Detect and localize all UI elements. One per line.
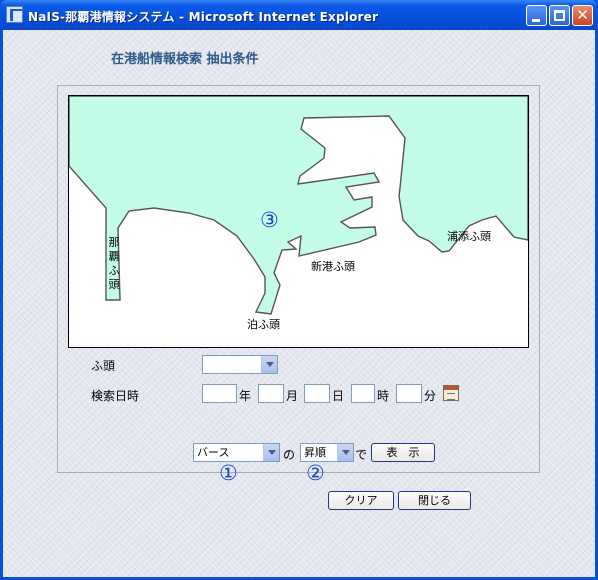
day-input[interactable] bbox=[304, 384, 330, 403]
month-input[interactable] bbox=[258, 384, 284, 403]
page-content: 在港船情報検索 抽出条件 那覇ふ頭 新港ふ頭 浦添ふ頭 泊ふ頭 ③ ふ頭 検索日… bbox=[3, 30, 595, 577]
chevron-down-icon bbox=[263, 444, 279, 461]
minute-input[interactable] bbox=[396, 384, 422, 403]
month-unit: 月 bbox=[286, 389, 299, 403]
year-unit: 年 bbox=[239, 389, 252, 403]
sort-order-select[interactable]: 昇順 bbox=[300, 443, 354, 462]
hour-unit: 時 bbox=[377, 389, 390, 403]
sort-order-marker: ② bbox=[306, 461, 325, 485]
ie-page-icon bbox=[6, 6, 23, 23]
search-datetime-label: 検索日時 bbox=[91, 389, 140, 403]
sort-field-select[interactable]: バース bbox=[193, 443, 280, 462]
close-icon: ✕ bbox=[576, 6, 589, 24]
naha-wharf-label: 那覇ふ頭 bbox=[108, 236, 120, 291]
sort-connector: の bbox=[283, 448, 296, 462]
port-map[interactable]: 那覇ふ頭 新港ふ頭 浦添ふ頭 泊ふ頭 ③ bbox=[68, 95, 529, 348]
sort-field-marker: ① bbox=[219, 461, 238, 485]
close-button[interactable]: 閉じる bbox=[398, 491, 471, 510]
sort-order-value: 昇順 bbox=[304, 446, 326, 459]
show-button[interactable]: 表 示 bbox=[371, 443, 435, 462]
maximize-button[interactable] bbox=[549, 5, 570, 26]
page-title: 在港船情報検索 抽出条件 bbox=[111, 52, 259, 67]
ie-window: NaIS-那覇港情報システム - Microsoft Internet Expl… bbox=[0, 0, 598, 580]
map-graphic bbox=[69, 96, 528, 347]
day-unit: 日 bbox=[332, 389, 345, 403]
chevron-down-icon bbox=[337, 444, 353, 461]
minimize-icon bbox=[532, 19, 540, 22]
clear-button[interactable]: クリア bbox=[328, 491, 394, 510]
minimize-button[interactable] bbox=[526, 5, 547, 26]
sort-suffix: で bbox=[355, 448, 368, 462]
window-title: NaIS-那覇港情報システム - Microsoft Internet Expl… bbox=[28, 10, 379, 24]
tomari-wharf-label: 泊ふ頭 bbox=[247, 318, 280, 331]
title-bar[interactable]: NaIS-那覇港情報システム - Microsoft Internet Expl… bbox=[0, 0, 598, 30]
maximize-icon bbox=[554, 10, 565, 21]
wharf-label: ふ頭 bbox=[91, 359, 116, 373]
year-input[interactable] bbox=[202, 384, 237, 403]
shinko-wharf-label: 新港ふ頭 bbox=[311, 260, 355, 273]
calendar-icon[interactable] bbox=[443, 385, 459, 401]
sort-field-value: バース bbox=[197, 446, 230, 459]
map-annotation-marker: ③ bbox=[260, 208, 279, 232]
urasoe-wharf-label: 浦添ふ頭 bbox=[447, 230, 491, 243]
wharf-select[interactable] bbox=[202, 355, 278, 374]
hour-input[interactable] bbox=[351, 384, 375, 403]
minute-unit: 分 bbox=[424, 389, 437, 403]
chevron-down-icon bbox=[261, 356, 277, 373]
close-window-button[interactable]: ✕ bbox=[572, 5, 593, 26]
